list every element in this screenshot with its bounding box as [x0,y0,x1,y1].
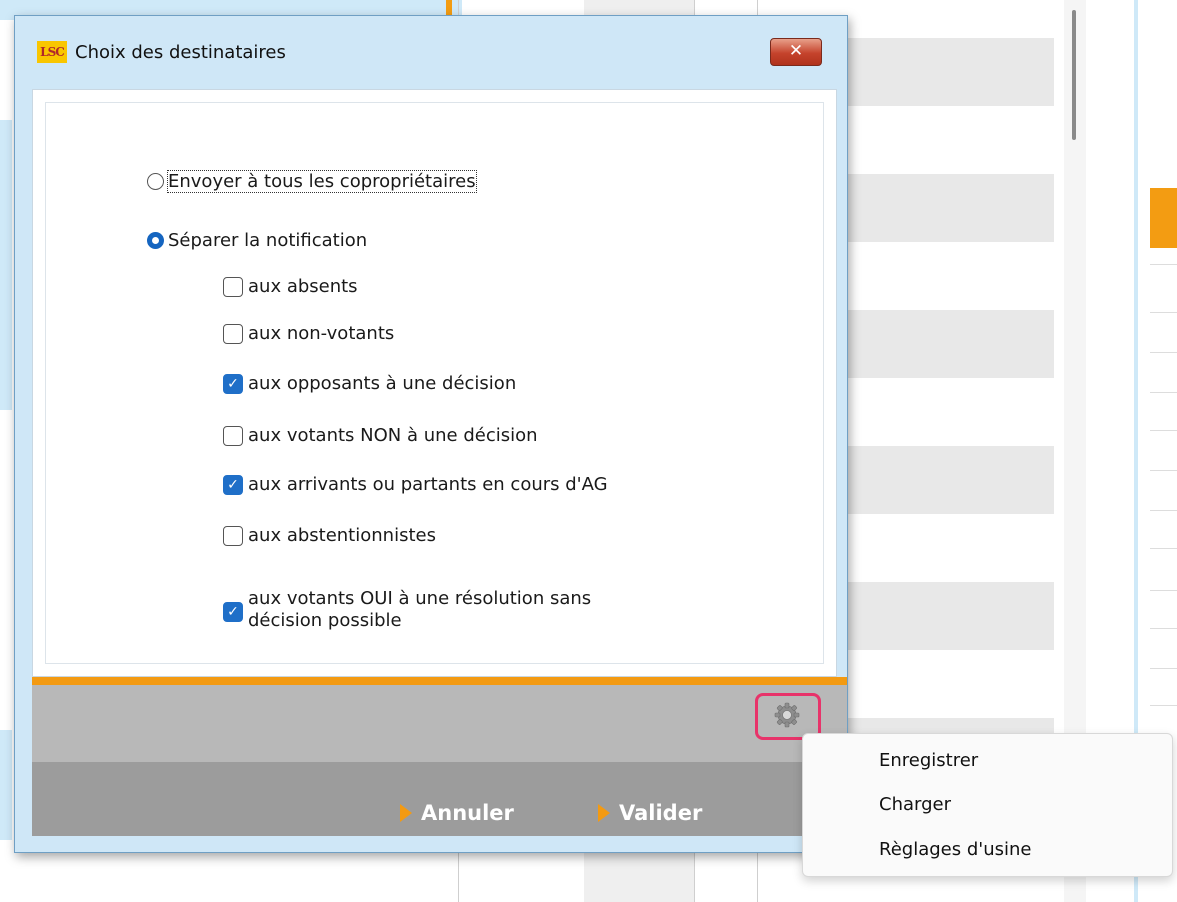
arrow-right-icon [400,804,412,822]
dialog-titlebar[interactable]: LSC Choix des destinataires ✕ [15,16,847,72]
radio-send-all-label: Envoyer à tous les copropriétaires [167,170,477,193]
checkbox-non-voters[interactable]: aux non-votants [223,323,394,344]
validate-button-label: Valider [619,801,703,825]
dialog-title: Choix des destinataires [75,42,286,63]
background-grid-line [1150,430,1177,431]
background-grid-line [1150,590,1177,591]
background-table-row [820,38,1054,106]
validate-button[interactable]: Valider [598,801,702,825]
checkbox-icon[interactable] [223,525,243,546]
checkbox-label: aux arrivants ou partants en cours d'AG [248,474,608,495]
background-table-row [820,310,1054,378]
background-table-row [820,582,1054,650]
background-left-strip [0,120,12,410]
checkbox-label: aux absents [248,276,358,297]
checkbox-label-line2: décision possible [248,610,402,631]
background-scrollbar-thumb[interactable] [1072,10,1076,140]
checkbox-checked-icon[interactable]: ✓ [223,602,243,622]
footer-accent-bar [32,677,847,685]
background-grid-line [1150,392,1177,393]
radio-separate-label: Séparer la notification [168,230,368,251]
radio-send-all[interactable]: Envoyer à tous les copropriétaires [147,170,477,193]
menu-item-factory-reset[interactable]: Règlages d'usine [879,839,1031,860]
radio-separate-notification[interactable]: Séparer la notification [147,230,367,251]
background-table-row [820,446,1054,514]
background-grid-line [1150,628,1177,629]
menu-item-load[interactable]: Charger [879,794,951,815]
app-logo: LSC [37,41,67,63]
checkbox-checked-icon[interactable]: ✓ [223,373,243,394]
recipients-dialog: LSC Choix des destinataires ✕ Envoyer à … [14,15,848,853]
background-grid-line [1150,470,1177,471]
background-grid-line [1150,312,1177,313]
gear-icon [774,702,800,728]
radio-button-selected-icon[interactable] [147,232,164,249]
close-icon: ✕ [788,41,804,61]
checkbox-voters-no[interactable]: aux votants NON à une décision [223,425,538,446]
checkbox-checked-icon[interactable]: ✓ [223,474,243,495]
checkbox-label: aux opposants à une décision [248,373,517,394]
cancel-button[interactable]: Annuler [400,801,514,825]
background-left-strip-lower [0,730,12,840]
background-orange-marker [1150,188,1177,248]
checkbox-label-multiline: aux votants OUI à une résolution sans dé… [248,588,591,632]
checkbox-label: aux non-votants [248,323,395,344]
settings-context-menu: Enregistrer Charger Règlages d'usine [802,733,1173,877]
background-grid-line [1150,668,1177,669]
footer-toolbar [32,685,847,762]
background-table-row [820,174,1054,242]
checkbox-voters-yes-no-decision[interactable]: ✓ aux votants OUI à une résolution sans … [223,588,591,632]
checkbox-icon[interactable] [223,323,243,344]
cancel-button-label: Annuler [421,801,514,825]
checkbox-abstainers[interactable]: aux abstentionnistes [223,525,436,546]
arrow-right-icon [598,804,610,822]
background-grid-line [1150,705,1177,706]
checkbox-arrivals-departures[interactable]: ✓ aux arrivants ou partants en cours d'A… [223,474,608,495]
checkbox-absents[interactable]: aux absents [223,276,358,297]
checkbox-icon[interactable] [223,425,243,446]
background-grid-line [1150,352,1177,353]
menu-item-save[interactable]: Enregistrer [879,750,978,771]
background-grid-line [1150,264,1177,265]
background-grid-line [1150,510,1177,511]
checkbox-label: aux votants NON à une décision [248,425,538,446]
checkbox-label: aux abstentionnistes [248,525,436,546]
checkbox-label: aux votants OUI à une résolution sans [248,588,592,609]
close-button[interactable]: ✕ [770,38,822,66]
background-grid-line [1150,548,1177,549]
radio-button-icon[interactable] [147,173,164,190]
checkbox-icon[interactable] [223,276,243,297]
checkbox-opponents[interactable]: ✓ aux opposants à une décision [223,373,516,394]
